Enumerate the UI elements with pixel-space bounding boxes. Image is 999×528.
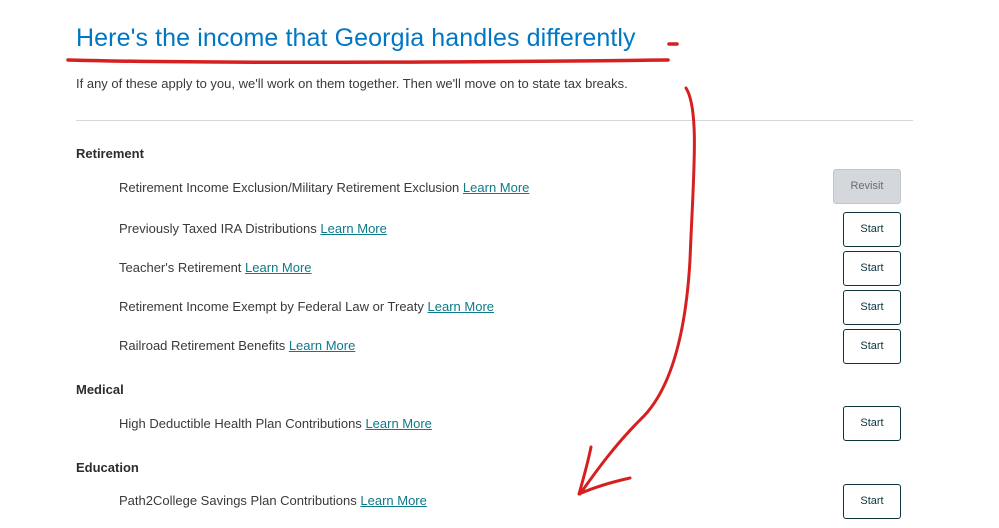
item-label: Teacher's Retirement [119, 260, 242, 275]
item-label: Previously Taxed IRA Distributions [119, 221, 317, 236]
row-railroad-retirement: Railroad Retirement Benefits Learn More [119, 338, 355, 353]
section-heading-education: Education [76, 460, 139, 475]
page-subtitle: If any of these apply to you, we'll work… [76, 76, 628, 91]
item-label: Retirement Income Exempt by Federal Law … [119, 299, 424, 314]
learn-more-link[interactable]: Learn More [360, 493, 426, 508]
learn-more-link[interactable]: Learn More [463, 180, 529, 195]
section-heading-retirement: Retirement [76, 146, 144, 161]
start-button[interactable]: Start [843, 212, 901, 247]
start-button[interactable]: Start [843, 251, 901, 286]
start-button[interactable]: Start [843, 484, 901, 519]
start-button[interactable]: Start [843, 329, 901, 364]
divider [76, 120, 913, 121]
page-title: Here's the income that Georgia handles d… [76, 24, 636, 52]
row-hdhp-contributions: High Deductible Health Plan Contribution… [119, 416, 432, 431]
learn-more-link[interactable]: Learn More [245, 260, 311, 275]
row-retirement-exempt-federal: Retirement Income Exempt by Federal Law … [119, 299, 494, 314]
learn-more-link[interactable]: Learn More [365, 416, 431, 431]
item-label: Retirement Income Exclusion/Military Ret… [119, 180, 460, 195]
item-label: Railroad Retirement Benefits [119, 338, 286, 353]
item-label: High Deductible Health Plan Contribution… [119, 416, 362, 431]
row-teachers-retirement: Teacher's Retirement Learn More [119, 260, 312, 275]
annotation-arrowhead [577, 445, 632, 496]
annotation-underline [66, 58, 670, 65]
start-button[interactable]: Start [843, 290, 901, 325]
learn-more-link[interactable]: Learn More [320, 221, 386, 236]
start-button[interactable]: Start [843, 406, 901, 441]
section-heading-medical: Medical [76, 382, 124, 397]
row-retirement-income-exclusion: Retirement Income Exclusion/Military Ret… [119, 180, 529, 195]
revisit-button[interactable]: Revisit [833, 169, 901, 204]
learn-more-link[interactable]: Learn More [289, 338, 355, 353]
item-label: Path2College Savings Plan Contributions [119, 493, 357, 508]
annotation-arrow-shaft [578, 86, 696, 496]
learn-more-link[interactable]: Learn More [428, 299, 494, 314]
row-previously-taxed-ira: Previously Taxed IRA Distributions Learn… [119, 221, 387, 236]
row-path2college: Path2College Savings Plan Contributions … [119, 493, 427, 508]
